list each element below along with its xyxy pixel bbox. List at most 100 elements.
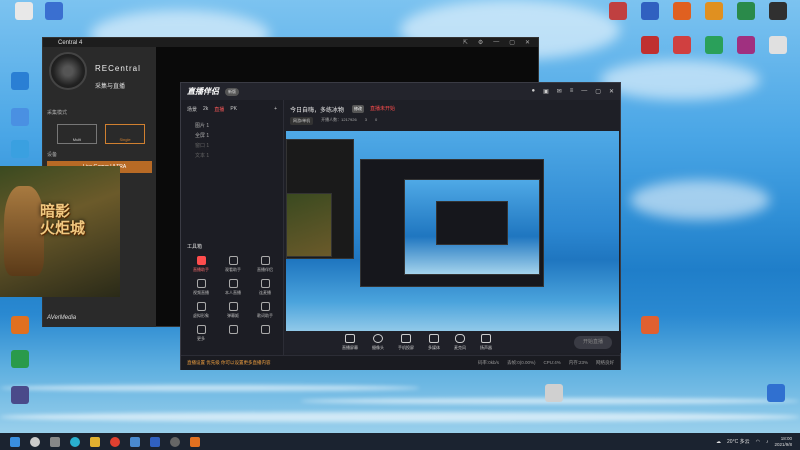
toolbox-item[interactable]: 本人直播 xyxy=(217,279,249,296)
toolbox-item[interactable]: 更多 xyxy=(185,325,217,342)
screen-capture-button[interactable]: 直播屏幕 xyxy=(342,333,358,351)
source-item[interactable]: 全屏 1 xyxy=(181,129,283,139)
nested-window-preview xyxy=(436,201,508,245)
camera-button[interactable]: 摄像头 xyxy=(372,333,384,351)
toolbox-item[interactable]: 直播助手 xyxy=(185,256,217,273)
desktop-icon[interactable] xyxy=(758,2,798,22)
tool-icon xyxy=(260,256,270,265)
chrome-icon[interactable] xyxy=(110,436,120,447)
clock[interactable]: 18:00 2021/9/8 xyxy=(774,436,792,447)
app-icon[interactable] xyxy=(150,436,160,447)
task-view-icon[interactable] xyxy=(50,436,60,447)
menu-icon[interactable]: ≡ xyxy=(570,88,574,95)
tab-scene[interactable]: 场景 xyxy=(187,106,197,113)
category-tag[interactable]: 网游/单机 xyxy=(290,117,314,125)
maximize-icon[interactable]: ▢ xyxy=(509,39,515,46)
recentral-brand: RECentral xyxy=(95,64,141,73)
toolbox-item[interactable]: 虚拟形象 xyxy=(185,302,217,319)
mode-multi-button[interactable]: Multi xyxy=(57,124,97,144)
stream-status: 直播未开始 xyxy=(370,106,396,112)
close-icon[interactable]: ✕ xyxy=(609,88,614,95)
add-scene-icon[interactable]: + xyxy=(274,106,277,113)
close-icon[interactable]: ✕ xyxy=(525,39,530,46)
mail-icon[interactable]: ✉ xyxy=(557,88,562,95)
toolbox-item[interactable] xyxy=(217,325,249,342)
volume-icon[interactable]: ♪ xyxy=(766,439,769,445)
source-item[interactable]: 文本 1 xyxy=(181,149,283,159)
desktop-icon[interactable] xyxy=(758,36,798,56)
desktop-icon[interactable] xyxy=(630,316,670,336)
source-item[interactable]: 图片 1 xyxy=(181,119,283,129)
tool-icon xyxy=(260,325,270,334)
bottom-toolbar: 直播屏幕 摄像头 手机投屏 多媒体 麦克风 扬声器 xyxy=(284,331,621,353)
weather-text[interactable]: 20°C 多云 xyxy=(727,438,750,445)
live-logo: 直播伴侣 xyxy=(187,87,219,96)
live-companion-window[interactable]: 直播伴侣 新版 ● ▣ ✉ ≡ — ▢ ✕ 场景 2k 直播 PK + 图片 1… xyxy=(180,82,621,370)
desktop-icon[interactable] xyxy=(0,108,40,128)
phone-cast-button[interactable]: 手机投屏 xyxy=(398,333,414,351)
recentral-titlebar[interactable]: Central 4 ⇱ ⚙ — ▢ ✕ xyxy=(43,38,538,47)
source-item[interactable]: 窗口 1 xyxy=(181,139,283,149)
cloud xyxy=(630,180,770,220)
bitrate: 码率:0kb/s xyxy=(477,360,499,365)
stream-preview[interactable] xyxy=(286,131,619,339)
desktop-icon[interactable] xyxy=(0,350,40,370)
weather-icon[interactable]: ☁ xyxy=(716,439,721,445)
avatar[interactable]: ● xyxy=(531,88,535,95)
section-label: 设备 xyxy=(47,152,58,158)
desktop-icon[interactable] xyxy=(534,384,574,404)
explorer-icon[interactable] xyxy=(90,436,100,447)
media-button[interactable]: 多媒体 xyxy=(428,333,440,351)
game-character xyxy=(4,186,44,276)
viewer-count: 开播人数：1217926 xyxy=(321,117,357,122)
desktop-icon[interactable] xyxy=(0,72,40,92)
desktop-icon[interactable] xyxy=(0,386,40,406)
pin-icon[interactable]: ⇱ xyxy=(463,39,468,46)
toolbox-item[interactable]: 观看助手 xyxy=(217,256,249,273)
tab-2k[interactable]: 2k xyxy=(203,106,208,113)
gift-icon[interactable]: ▣ xyxy=(543,88,549,95)
desktop-icon[interactable] xyxy=(34,2,74,22)
desktop-icon[interactable] xyxy=(756,384,796,404)
toolbox-item[interactable]: 连麦播 xyxy=(249,279,281,296)
desktop-icon[interactable] xyxy=(0,140,40,160)
live-taskbar-icon[interactable] xyxy=(190,436,200,447)
network-icon[interactable]: ◠ xyxy=(756,439,760,445)
status-text[interactable]: 直播设置 优先级 你可以设置更多直播内容 xyxy=(187,360,271,366)
app-icon[interactable] xyxy=(130,436,140,447)
tool-icon xyxy=(260,279,270,288)
tool-icon xyxy=(196,256,206,265)
dropped-frames: 丢帧:0(0.00%) xyxy=(506,360,536,365)
stream-title[interactable]: 今日自嗨，多练冰物 xyxy=(290,105,344,114)
tab-live[interactable]: 直播 xyxy=(214,106,224,113)
edge-icon[interactable] xyxy=(70,436,80,447)
tool-icon xyxy=(196,302,206,311)
desktop-icon[interactable] xyxy=(0,316,40,336)
cpu-usage: CPU:4% xyxy=(543,360,561,365)
recentral-taskbar-icon[interactable] xyxy=(170,436,180,447)
start-live-button[interactable]: 开始直播 xyxy=(574,336,612,349)
toolbox-item[interactable]: 直播伴侣 xyxy=(249,256,281,273)
edit-title-button[interactable]: 修改 xyxy=(352,105,364,113)
version-badge[interactable]: 新版 xyxy=(225,87,239,96)
live-titlebar[interactable]: 直播伴侣 新版 ● ▣ ✉ ≡ — ▢ ✕ xyxy=(181,83,620,100)
toolbox-item[interactable]: 歌词助手 xyxy=(249,302,281,319)
minimize-icon[interactable]: — xyxy=(581,88,587,95)
microphone-button[interactable]: 麦克风 xyxy=(454,333,466,351)
start-icon[interactable] xyxy=(10,436,20,447)
minimize-icon[interactable]: — xyxy=(493,39,499,46)
tool-icon xyxy=(228,279,238,288)
search-icon[interactable] xyxy=(30,436,40,447)
maximize-icon[interactable]: ▢ xyxy=(595,88,601,95)
toolbox-item[interactable] xyxy=(249,325,281,342)
toolbox-item[interactable]: 弹幕姬 xyxy=(217,302,249,319)
tab-pk[interactable]: PK xyxy=(230,106,237,113)
toolbox-item[interactable]: 视频直播 xyxy=(185,279,217,296)
speaker-button[interactable]: 扬声器 xyxy=(480,333,492,351)
settings-icon[interactable]: ⚙ xyxy=(478,39,483,46)
tool-icon xyxy=(228,256,238,265)
mode-single-button[interactable]: Single xyxy=(105,124,145,144)
nested-window-preview xyxy=(286,193,332,257)
section-label: 采集模式 xyxy=(47,110,68,116)
tool-icon xyxy=(196,325,206,334)
